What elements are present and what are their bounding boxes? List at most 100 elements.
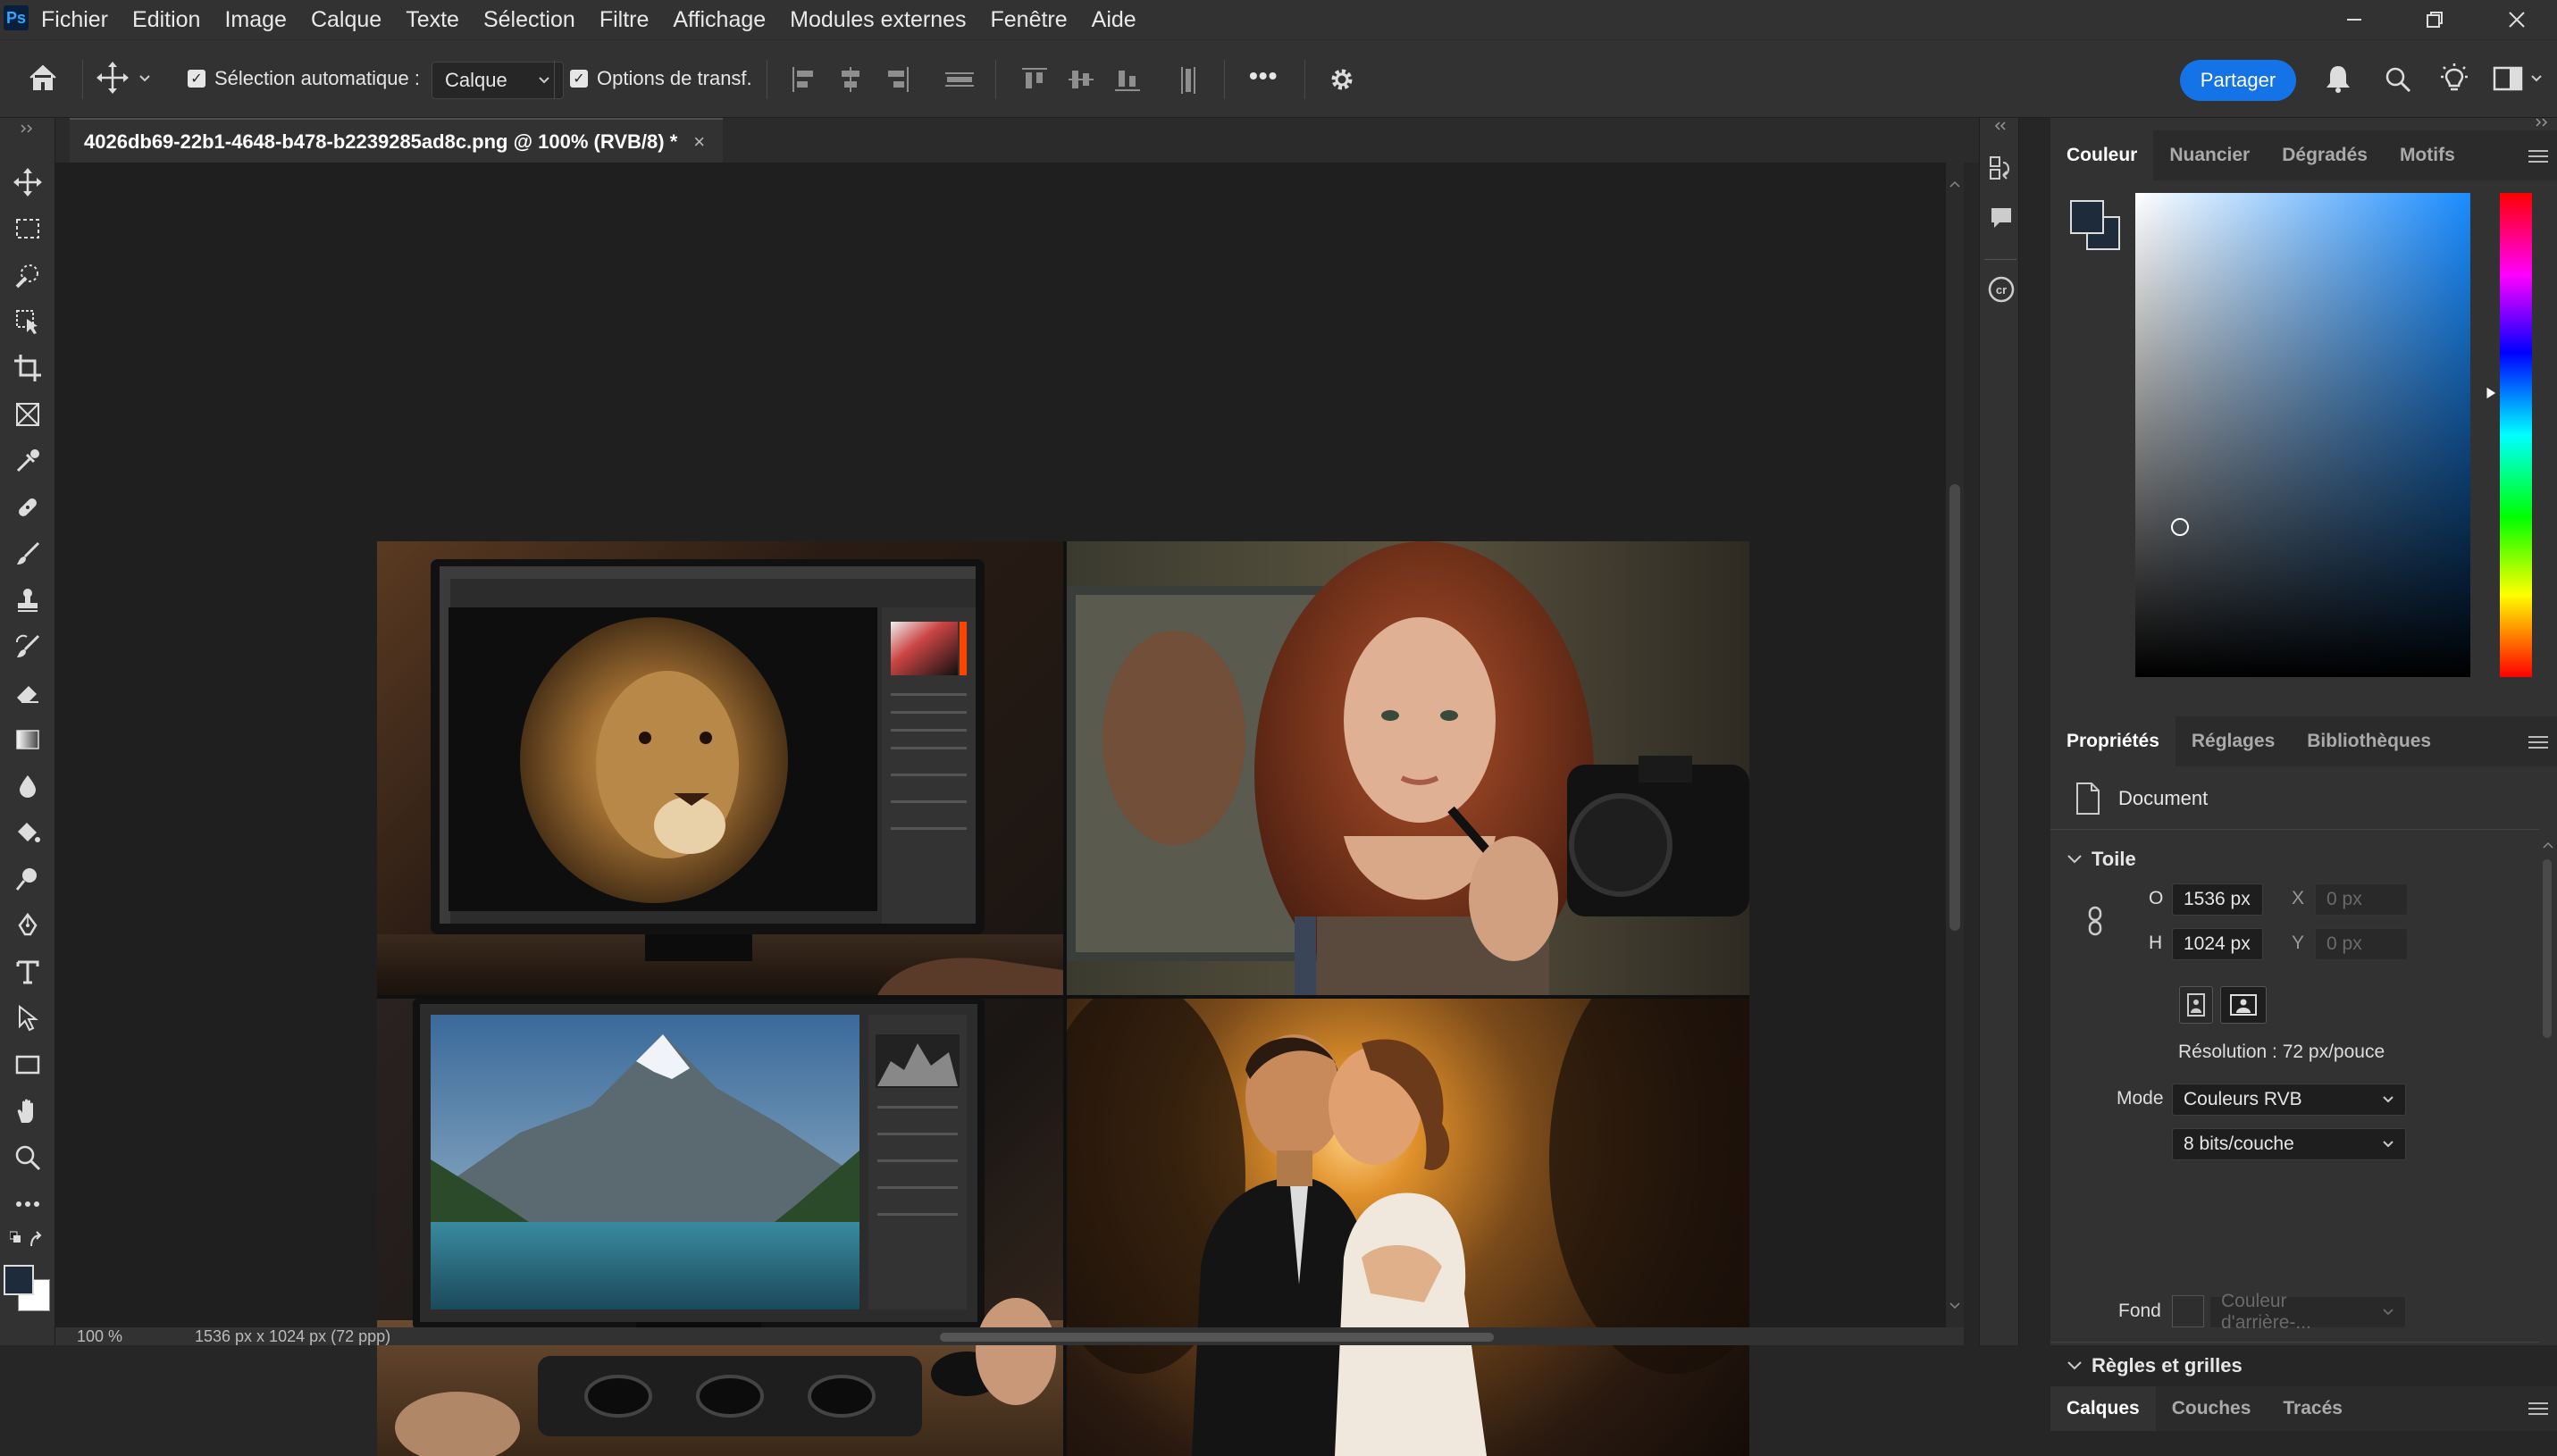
properties-scroll-thumb[interactable] bbox=[2543, 859, 2552, 1038]
frame-tool[interactable] bbox=[10, 397, 46, 432]
minimize-window-button[interactable] bbox=[2314, 0, 2394, 39]
share-button[interactable]: Partager bbox=[2180, 60, 2296, 101]
hue-slider[interactable] bbox=[2500, 193, 2532, 677]
swap-colors-controls[interactable] bbox=[10, 1229, 46, 1252]
notifications-button[interactable] bbox=[2325, 63, 2352, 94]
dodge-tool[interactable] bbox=[10, 815, 46, 850]
menu-aide[interactable]: Aide bbox=[1092, 7, 1136, 33]
tab-calques[interactable]: Calques bbox=[2050, 1386, 2156, 1431]
properties-panel-menu-button[interactable] bbox=[2528, 732, 2548, 750]
fill-dropdown[interactable]: Couleur d'arrière-... bbox=[2209, 1291, 2406, 1333]
object-selection-tool[interactable] bbox=[10, 304, 46, 339]
more-options-button[interactable]: ••• bbox=[1249, 62, 1278, 90]
tab-nuancier[interactable]: Nuancier bbox=[2153, 130, 2266, 180]
camera-raw-panel-button[interactable]: cr bbox=[1987, 275, 2016, 304]
blur-tool[interactable] bbox=[10, 768, 46, 804]
align-vertical-centers-button[interactable] bbox=[1069, 67, 1094, 92]
menu-fenetre[interactable]: Fenêtre bbox=[991, 7, 1068, 33]
canvas-y-input[interactable]: 0 px bbox=[2315, 928, 2408, 960]
bit-depth-dropdown[interactable]: 8 bits/couche bbox=[2172, 1128, 2406, 1160]
properties-scrollbar[interactable] bbox=[2539, 841, 2557, 1377]
menu-selection[interactable]: Sélection bbox=[483, 7, 575, 33]
foreground-swatch[interactable] bbox=[2070, 200, 2104, 234]
color-mode-dropdown[interactable]: Couleurs RVB bbox=[2172, 1084, 2406, 1116]
canvas-height-input[interactable]: 1024 px bbox=[2172, 928, 2263, 960]
color-swatches[interactable] bbox=[0, 1261, 55, 1315]
burn-tool[interactable] bbox=[10, 861, 46, 897]
landscape-orientation-button[interactable] bbox=[2220, 986, 2267, 1024]
canvas-x-input[interactable]: 0 px bbox=[2315, 883, 2408, 916]
canvas-vertical-scrollbar[interactable] bbox=[1946, 163, 1964, 1327]
distribute-vertical-button[interactable] bbox=[1176, 67, 1201, 94]
collapse-panels-button[interactable] bbox=[1994, 121, 2007, 130]
tab-traces[interactable]: Tracés bbox=[2267, 1386, 2359, 1431]
auto-select-target-dropdown[interactable]: Calque bbox=[432, 62, 564, 99]
canvas-width-input[interactable]: 1536 px bbox=[2172, 883, 2263, 916]
foreground-color-swatch[interactable] bbox=[4, 1265, 34, 1295]
brush-tool[interactable] bbox=[10, 536, 46, 572]
zoom-level[interactable]: 100 % bbox=[77, 1327, 122, 1346]
transform-controls-option[interactable]: ✓ Options de transf. bbox=[570, 67, 752, 90]
align-horizontal-centers-button[interactable] bbox=[838, 67, 863, 92]
document-tab-close-button[interactable]: × bbox=[693, 130, 705, 154]
menu-image[interactable]: Image bbox=[224, 7, 286, 33]
color-panel-menu-button[interactable] bbox=[2528, 146, 2548, 164]
distribute-horizontal-button[interactable] bbox=[945, 67, 974, 92]
align-right-edges-button[interactable] bbox=[884, 67, 910, 92]
portrait-orientation-button[interactable] bbox=[2179, 986, 2213, 1024]
tab-reglages[interactable]: Réglages bbox=[2176, 716, 2291, 766]
restore-window-button[interactable] bbox=[2394, 0, 2475, 39]
tab-bibliotheques[interactable]: Bibliothèques bbox=[2291, 716, 2447, 766]
layers-panel-menu-button[interactable] bbox=[2528, 1399, 2548, 1417]
auto-select-option[interactable]: ✓ Sélection automatique : bbox=[188, 67, 420, 90]
align-bottom-edges-button[interactable] bbox=[1115, 67, 1140, 92]
hand-tool[interactable] bbox=[10, 1093, 46, 1129]
path-selection-tool[interactable] bbox=[10, 1000, 46, 1036]
hue-slider-handle[interactable] bbox=[2486, 386, 2498, 400]
color-panel-swatches[interactable] bbox=[2070, 200, 2124, 254]
link-dimensions-button[interactable] bbox=[2086, 906, 2104, 936]
healing-brush-tool[interactable] bbox=[10, 490, 46, 525]
history-brush-tool[interactable] bbox=[10, 629, 46, 665]
search-button[interactable] bbox=[2384, 65, 2412, 94]
menu-affichage[interactable]: Affichage bbox=[673, 7, 766, 33]
zoom-tool[interactable] bbox=[10, 1140, 46, 1176]
clone-stamp-tool[interactable] bbox=[10, 582, 46, 618]
align-top-edges-button[interactable] bbox=[1022, 67, 1047, 92]
workspace-button[interactable] bbox=[2493, 65, 2546, 92]
tab-degrades[interactable]: Dégradés bbox=[2266, 130, 2384, 180]
rulers-grids-section-header[interactable]: Règles et grilles bbox=[2067, 1352, 2243, 1379]
type-tool[interactable] bbox=[10, 954, 46, 990]
transform-controls-checkbox[interactable]: ✓ bbox=[570, 70, 588, 88]
menu-edition[interactable]: Edition bbox=[132, 7, 200, 33]
scroll-up-arrow[interactable] bbox=[1949, 180, 1960, 191]
menu-modules-externes[interactable]: Modules externes bbox=[790, 7, 966, 33]
tab-couches[interactable]: Couches bbox=[2156, 1386, 2268, 1431]
edit-toolbar-button[interactable] bbox=[10, 1186, 46, 1222]
auto-select-checkbox[interactable]: ✓ bbox=[188, 70, 205, 88]
document-tab[interactable]: 4026db69-22b1-4648-b478-b2239285ad8c.png… bbox=[70, 118, 724, 164]
align-left-edges-button[interactable] bbox=[792, 67, 817, 92]
document-canvas[interactable] bbox=[377, 541, 1749, 1456]
tab-motifs[interactable]: Motifs bbox=[2384, 130, 2471, 180]
rectangle-tool[interactable] bbox=[10, 1047, 46, 1083]
scroll-down-arrow[interactable] bbox=[1949, 1302, 1960, 1313]
expand-panels-button[interactable] bbox=[2536, 118, 2548, 127]
pen-tool[interactable] bbox=[10, 908, 46, 943]
crop-tool[interactable] bbox=[10, 350, 46, 386]
move-tool-preset-button[interactable] bbox=[96, 60, 150, 96]
horizontal-scroll-thumb[interactable] bbox=[940, 1333, 1494, 1342]
eyedropper-tool[interactable] bbox=[10, 443, 46, 479]
move-tool[interactable] bbox=[10, 164, 46, 200]
quick-selection-tool[interactable] bbox=[10, 257, 46, 293]
history-panel-button[interactable] bbox=[1989, 155, 2014, 186]
comments-panel-button[interactable] bbox=[1989, 205, 2014, 230]
eraser-tool[interactable] bbox=[10, 675, 46, 711]
home-button[interactable] bbox=[27, 62, 59, 94]
tab-proprietes[interactable]: Propriétés bbox=[2050, 716, 2176, 766]
canvas-section-header[interactable]: Toile bbox=[2067, 843, 2136, 875]
gradient-tool[interactable] bbox=[10, 722, 46, 757]
toolbar-collapse-button[interactable] bbox=[10, 121, 46, 136]
menu-fichier[interactable]: Fichier bbox=[41, 7, 108, 33]
menu-calque[interactable]: Calque bbox=[311, 7, 381, 33]
